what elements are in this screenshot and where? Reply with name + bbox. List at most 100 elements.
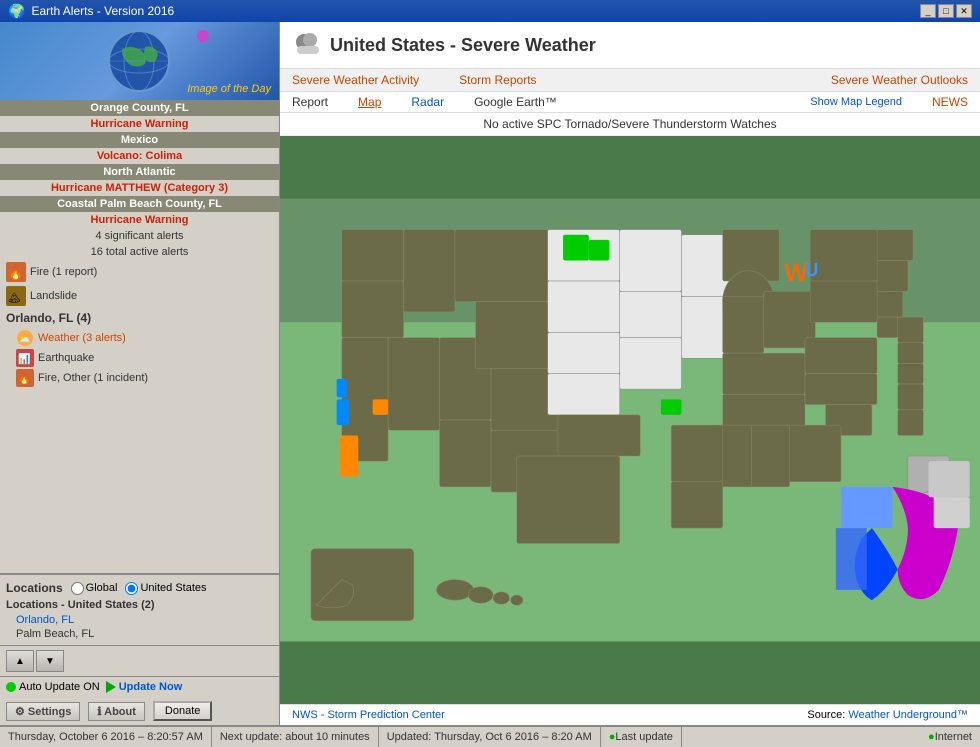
alert-group-orange-county: Orange County, FL bbox=[0, 100, 279, 116]
earthquake-icon: 📊 bbox=[16, 349, 34, 367]
update-now-label: Update Now bbox=[119, 681, 183, 693]
fire-item[interactable]: 🔥 Fire (1 report) bbox=[0, 260, 279, 284]
right-panel: United States - Severe Weather Severe We… bbox=[280, 22, 980, 725]
right-panel-title: United States - Severe Weather bbox=[330, 35, 596, 56]
us-map-svg: W U bbox=[280, 136, 980, 704]
north-atlantic-warning[interactable]: Hurricane MATTHEW (Category 3) bbox=[0, 180, 279, 196]
locations-tabs: Locations Global United States bbox=[0, 579, 279, 597]
locations-label: Locations bbox=[6, 581, 63, 595]
subtab-news[interactable]: NEWS bbox=[932, 95, 968, 109]
last-update-indicator: ● bbox=[609, 731, 616, 743]
internet-indicator: ● bbox=[928, 731, 935, 743]
show-legend-link[interactable]: Show Map Legend bbox=[810, 96, 902, 108]
title-bar: 🌍 Earth Alerts - Version 2016 _ □ ✕ bbox=[0, 0, 980, 22]
alert-group-palm-beach: Coastal Palm Beach County, FL bbox=[0, 196, 279, 212]
alert-group-mexico: Mexico bbox=[0, 132, 279, 148]
left-panel: Image of the Day Orange County, FL Hurri… bbox=[0, 22, 280, 725]
alaska bbox=[311, 549, 414, 621]
settings-button[interactable]: ⚙ Settings bbox=[6, 702, 80, 721]
fire-icon: 🔥 bbox=[6, 262, 26, 282]
alert-group-north-atlantic: North Atlantic bbox=[0, 164, 279, 180]
global-label: Global bbox=[86, 582, 118, 594]
subtab-radar[interactable]: Radar bbox=[411, 95, 444, 109]
us-radio[interactable] bbox=[125, 582, 138, 595]
main-tabs-row: Severe Weather Activity Storm Reports Se… bbox=[280, 69, 980, 92]
auto-update-indicator bbox=[6, 682, 16, 692]
window-controls: _ □ ✕ bbox=[920, 4, 972, 18]
svg-text:⛅: ⛅ bbox=[18, 333, 30, 345]
orlando-weather[interactable]: ⛅ Weather (3 alerts) bbox=[0, 328, 279, 348]
header-weather-icon bbox=[292, 30, 322, 60]
significant-alerts: 4 significant alerts bbox=[0, 228, 279, 244]
orlando-header: Orlando, FL (4) bbox=[0, 308, 279, 328]
status-updated: Updated: Thursday, Oct 6 2016 – 8:20 AM bbox=[379, 727, 601, 747]
subtab-map[interactable]: Map bbox=[358, 95, 381, 109]
update-now-button[interactable]: Update Now bbox=[106, 681, 183, 693]
right-header: United States - Severe Weather bbox=[280, 22, 980, 69]
us-radio-option[interactable]: United States bbox=[125, 582, 206, 595]
nav-buttons: ▲ ▼ bbox=[0, 645, 279, 676]
alert-list: Orange County, FL Hurricane Warning Mexi… bbox=[0, 100, 279, 573]
close-button[interactable]: ✕ bbox=[956, 4, 972, 18]
southern-weather-alert bbox=[929, 461, 970, 497]
landslide-item[interactable]: 🏔 Landslide bbox=[0, 284, 279, 308]
status-last-update: ● Last update bbox=[601, 727, 682, 747]
palm-beach-location: Palm Beach, FL bbox=[0, 627, 279, 641]
us-label: United States bbox=[140, 582, 206, 594]
svg-text:🔥: 🔥 bbox=[8, 266, 23, 280]
globe-dot bbox=[197, 30, 209, 42]
orlando-fire[interactable]: 🔥 Fire, Other (1 incident) bbox=[0, 368, 279, 388]
donate-button[interactable]: Donate bbox=[153, 701, 212, 721]
bottom-area: Auto Update ON Update Now bbox=[0, 676, 279, 697]
mexico-warning[interactable]: Volcano: Colima bbox=[0, 148, 279, 164]
orange-county-warning[interactable]: Hurricane Warning bbox=[0, 116, 279, 132]
tab-severe-weather-outlooks[interactable]: Severe Weather Outlooks bbox=[831, 73, 968, 87]
orlando-location-link[interactable]: Orlando, FL bbox=[0, 613, 279, 627]
tab-severe-weather-activity[interactable]: Severe Weather Activity bbox=[292, 73, 419, 87]
alert-north-dakota bbox=[563, 235, 589, 261]
orlando-earthquake[interactable]: 📊 Earthquake bbox=[0, 348, 279, 368]
global-radio-option[interactable]: Global bbox=[71, 582, 118, 595]
status-internet: ● Internet bbox=[920, 727, 980, 747]
map-info-text: No active SPC Tornado/Severe Thunderstor… bbox=[483, 117, 776, 131]
minimize-button[interactable]: _ bbox=[920, 4, 936, 18]
subtab-report[interactable]: Report bbox=[292, 95, 328, 109]
about-button[interactable]: ℹ About bbox=[88, 702, 145, 721]
landslide-text: Landslide bbox=[30, 290, 77, 302]
svg-text:📊: 📊 bbox=[18, 352, 30, 365]
globe-area: Image of the Day bbox=[0, 22, 279, 100]
wu-link[interactable]: Weather Underground™ bbox=[848, 709, 968, 721]
locations-list-header: Locations - United States (2) bbox=[0, 597, 279, 613]
auto-update-label: Auto Update ON bbox=[19, 681, 100, 693]
subtabs-row: Report Map Radar Google Earth™ Show Map … bbox=[280, 92, 980, 113]
locations-section: Locations Global United States Locations… bbox=[0, 573, 279, 645]
subtab-google-earth[interactable]: Google Earth™ bbox=[474, 95, 557, 109]
svg-text:🏔: 🏔 bbox=[8, 292, 21, 304]
landslide-icon: 🏔 bbox=[6, 286, 26, 306]
svg-text:U: U bbox=[805, 259, 818, 280]
tab-storm-reports[interactable]: Storm Reports bbox=[459, 73, 536, 87]
status-datetime: Thursday, October 6 2016 – 8:20:57 AM bbox=[0, 727, 212, 747]
app-title: Earth Alerts - Version 2016 bbox=[31, 4, 920, 18]
scroll-up-button[interactable]: ▲ bbox=[6, 650, 34, 672]
source-label: Source: Weather Underground™ bbox=[807, 709, 968, 721]
svg-text:🔥: 🔥 bbox=[18, 372, 30, 385]
maximize-button[interactable]: □ bbox=[938, 4, 954, 18]
palm-beach-warning[interactable]: Hurricane Warning bbox=[0, 212, 279, 228]
statusbar: Thursday, October 6 2016 – 8:20:57 AM Ne… bbox=[0, 725, 980, 747]
app-icon: 🌍 bbox=[8, 3, 25, 20]
weather-icon: ⛅ bbox=[16, 329, 34, 347]
scroll-down-button[interactable]: ▼ bbox=[36, 650, 64, 672]
image-of-day-label: Image of the Day bbox=[187, 83, 271, 95]
map-area: W U bbox=[280, 136, 980, 704]
total-alerts: 16 total active alerts bbox=[0, 244, 279, 260]
nws-link[interactable]: NWS - Storm Prediction Center bbox=[292, 709, 445, 721]
fire-text: Fire (1 report) bbox=[30, 266, 97, 278]
globe-icon bbox=[107, 29, 172, 94]
western-states bbox=[342, 230, 563, 493]
alert-lower-midwest bbox=[661, 399, 682, 414]
orlando-fire-icon: 🔥 bbox=[16, 369, 34, 387]
status-next-update: Next update: about 10 minutes bbox=[212, 727, 379, 747]
map-footer: NWS - Storm Prediction Center Source: We… bbox=[280, 704, 980, 725]
global-radio[interactable] bbox=[71, 582, 84, 595]
